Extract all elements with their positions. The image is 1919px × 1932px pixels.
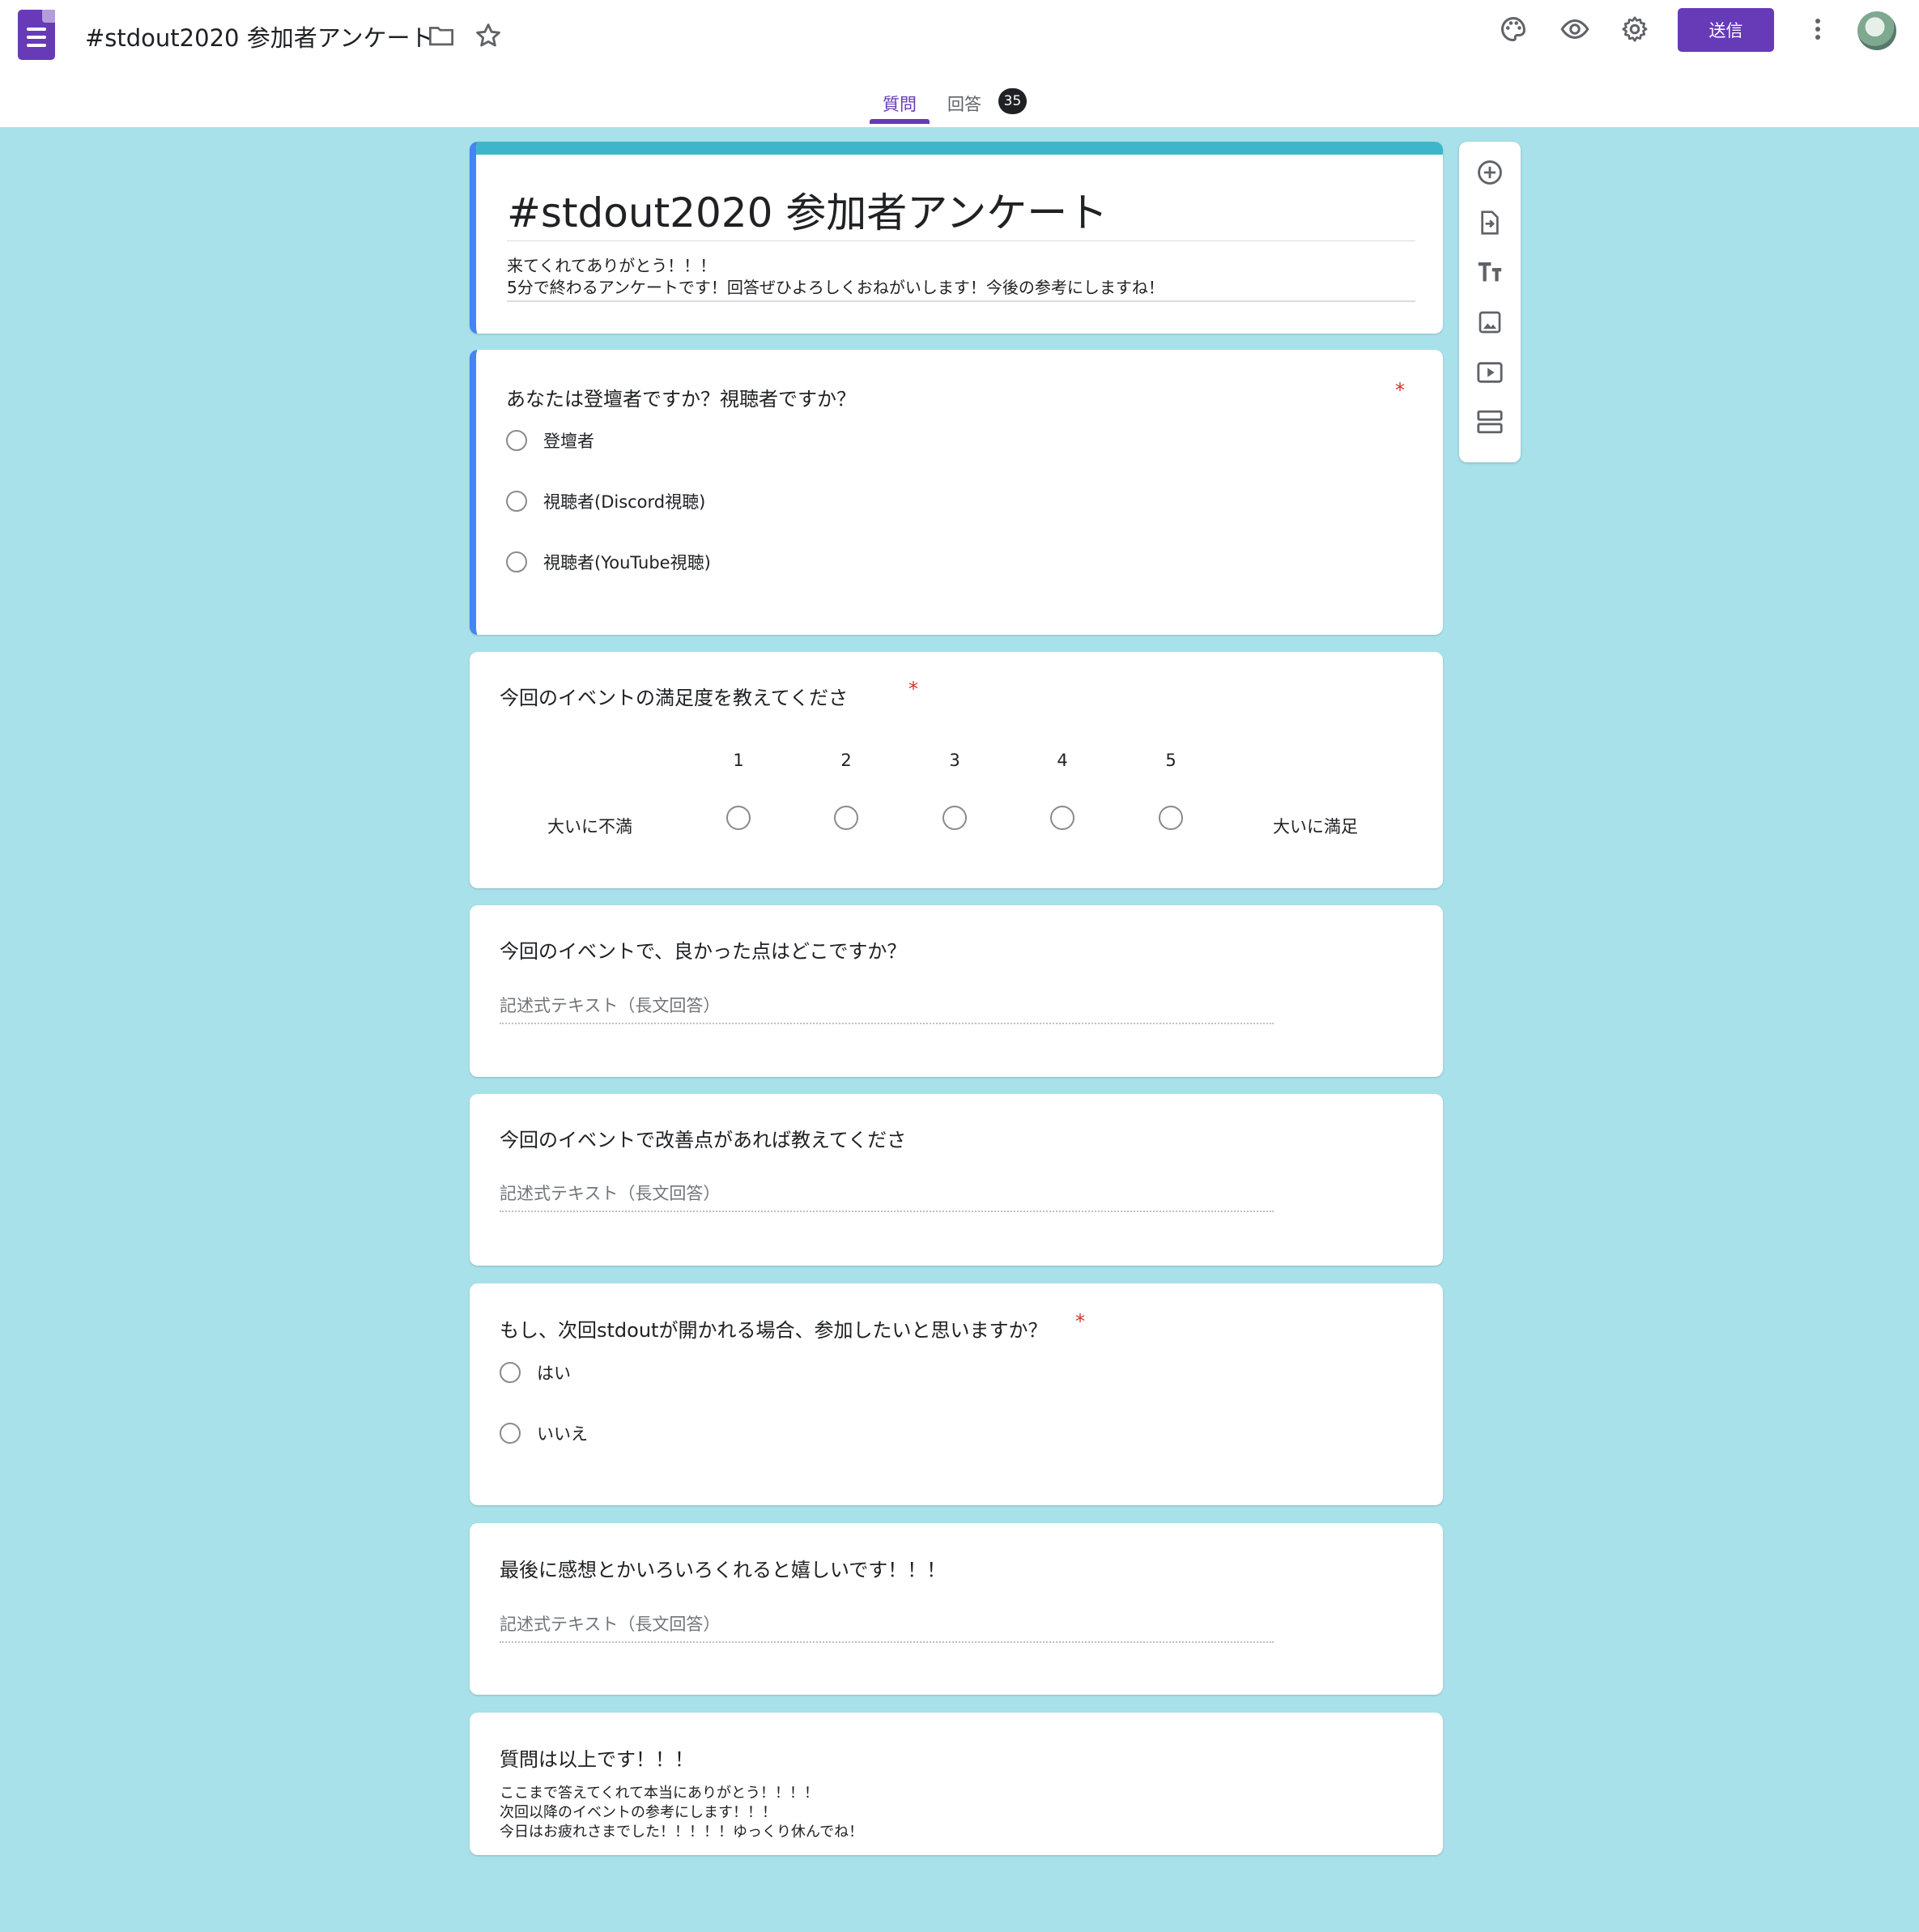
add-image-icon[interactable]	[1475, 308, 1504, 337]
add-section-icon[interactable]	[1475, 407, 1504, 436]
divider	[507, 240, 1415, 241]
scale-radio-button[interactable]	[726, 806, 751, 830]
answer-underline	[500, 1211, 1274, 1212]
question-title: 最後に感想とかいろいろくれると嬉しいです！！！	[500, 1559, 947, 1581]
scale-number: 3	[949, 751, 960, 770]
radio-option[interactable]: いいえ	[500, 1421, 588, 1445]
answer-underline	[500, 1023, 1274, 1024]
text-item-description: ここまで答えてくれて本当にありがとう！！！！ 次回以降のイベントの参考にします！…	[500, 1784, 863, 1842]
required-mark: *	[1395, 379, 1405, 402]
question-card[interactable]: 今回のイベントの満足度を教えてくださ * 1 2 3 4 5 大いに不満 大いに…	[470, 652, 1443, 888]
tab-responses[interactable]: 回答	[947, 91, 981, 116]
radio-button[interactable]	[506, 430, 527, 451]
question-card[interactable]: 今回のイベントで改善点があれば教えてくださ 記述式テキスト（長文回答）	[470, 1094, 1443, 1266]
avatar[interactable]	[1857, 11, 1896, 50]
form-title-card[interactable]: #stdout2020 参加者アンケート 来てくれてありがとう！！！ 5分で終わ…	[470, 142, 1443, 334]
eye-icon[interactable]	[1558, 12, 1592, 46]
star-icon[interactable]	[471, 19, 505, 53]
scale-radio-button[interactable]	[1050, 806, 1074, 830]
radio-button[interactable]	[500, 1362, 521, 1383]
forms-icon[interactable]	[18, 10, 55, 60]
option-label: はい	[537, 1364, 571, 1383]
tab-questions[interactable]: 質問	[870, 91, 930, 116]
more-vert-icon[interactable]	[1801, 12, 1835, 46]
radio-button[interactable]	[506, 491, 527, 512]
form-title[interactable]: #stdout2020 参加者アンケート	[507, 181, 1108, 239]
description-line: 今日はお疲れさまでした！！！！！ゆっくり休んでね！	[500, 1823, 864, 1841]
add-question-icon[interactable]	[1475, 158, 1504, 187]
question-title: あなたは登壇者ですか？視聴者ですか？	[506, 388, 856, 411]
radio-option[interactable]: 視聴者(YouTube視聴)	[506, 550, 711, 574]
add-title-icon[interactable]	[1475, 257, 1504, 287]
text-item-card[interactable]: 質問は以上です！！！ ここまで答えてくれて本当にありがとう！！！！ 次回以降のイ…	[470, 1713, 1443, 1855]
folder-icon[interactable]	[424, 19, 458, 53]
question-title: もし、次回stdoutが開かれる場合、参加したいと思いますか？	[500, 1319, 1048, 1342]
scale-min-label: 大いに不満	[547, 817, 632, 836]
description-line: ここまで答えてくれて本当にありがとう！！！！	[500, 1785, 819, 1802]
scale-number: 5	[1165, 751, 1177, 770]
radio-button[interactable]	[506, 551, 527, 572]
required-mark: *	[908, 678, 918, 700]
responses-count-badge: 35	[998, 88, 1027, 114]
option-label: いいえ	[537, 1424, 588, 1444]
question-card[interactable]: もし、次回stdoutが開かれる場合、参加したいと思いますか？ * はい いいえ	[470, 1283, 1443, 1505]
divider	[507, 300, 1415, 302]
radio-button[interactable]	[500, 1423, 521, 1444]
question-title: 今回のイベントで、良かった点はどこですか？	[500, 940, 907, 963]
long-answer-placeholder: 記述式テキスト（長文回答）	[500, 996, 721, 1015]
scale-radio-button[interactable]	[1159, 806, 1183, 830]
active-tab-indicator	[870, 119, 930, 124]
scale-number: 1	[733, 751, 744, 770]
question-title: 今回のイベントの満足度を教えてくださ	[500, 687, 849, 709]
gear-icon[interactable]	[1618, 12, 1652, 46]
description-line: 5分で終わるアンケートです！回答ぜひよろしくおねがいします！今後の参考にしますね…	[507, 278, 1164, 297]
top-bar: #stdout2020 参加者アンケート 送信 質問 回答 35	[0, 0, 1919, 127]
question-card[interactable]: 今回のイベントで、良かった点はどこですか？ 記述式テキスト（長文回答）	[470, 905, 1443, 1077]
description-line: 来てくれてありがとう！！！	[507, 256, 717, 275]
long-answer-placeholder: 記述式テキスト（長文回答）	[500, 1615, 721, 1634]
radio-option[interactable]: 登壇者	[506, 428, 594, 453]
tab-bar: 質問 回答 35	[0, 85, 1919, 127]
import-questions-icon[interactable]	[1475, 208, 1504, 237]
radio-option[interactable]: 視聴者(Discord視聴)	[506, 489, 705, 513]
title-color-bar	[476, 142, 1443, 155]
question-card[interactable]: あなたは登壇者ですか？視聴者ですか？ * 登壇者 視聴者(Discord視聴) …	[470, 350, 1443, 635]
required-mark: *	[1075, 1310, 1085, 1333]
scale-number: 2	[840, 751, 852, 770]
scale-radio-button[interactable]	[942, 806, 967, 830]
answer-underline	[500, 1641, 1274, 1643]
radio-option[interactable]: はい	[500, 1360, 571, 1385]
text-item-title: 質問は以上です！！！	[500, 1748, 694, 1771]
add-video-icon[interactable]	[1475, 358, 1504, 387]
option-label: 登壇者	[543, 432, 594, 451]
question-card[interactable]: 最後に感想とかいろいろくれると嬉しいです！！！ 記述式テキスト（長文回答）	[470, 1523, 1443, 1695]
scale-number: 4	[1057, 751, 1068, 770]
option-label: 視聴者(YouTube視聴)	[543, 553, 711, 572]
option-label: 視聴者(Discord視聴)	[543, 492, 706, 512]
question-title: 今回のイベントで改善点があれば教えてくださ	[500, 1129, 907, 1151]
floating-toolbar	[1459, 142, 1521, 462]
document-title[interactable]: #stdout2020 参加者アンケート	[85, 19, 434, 53]
description-line: 次回以降のイベントの参考にします！！！	[500, 1804, 777, 1821]
scale-radio-button[interactable]	[834, 806, 858, 830]
long-answer-placeholder: 記述式テキスト（長文回答）	[500, 1184, 721, 1203]
scale-max-label: 大いに満足	[1273, 817, 1358, 836]
form-description[interactable]: 来てくれてありがとう！！！ 5分で終わるアンケートです！回答ぜひよろしくおねがい…	[507, 255, 1164, 299]
palette-icon[interactable]	[1496, 12, 1530, 46]
send-button[interactable]: 送信	[1678, 8, 1774, 52]
